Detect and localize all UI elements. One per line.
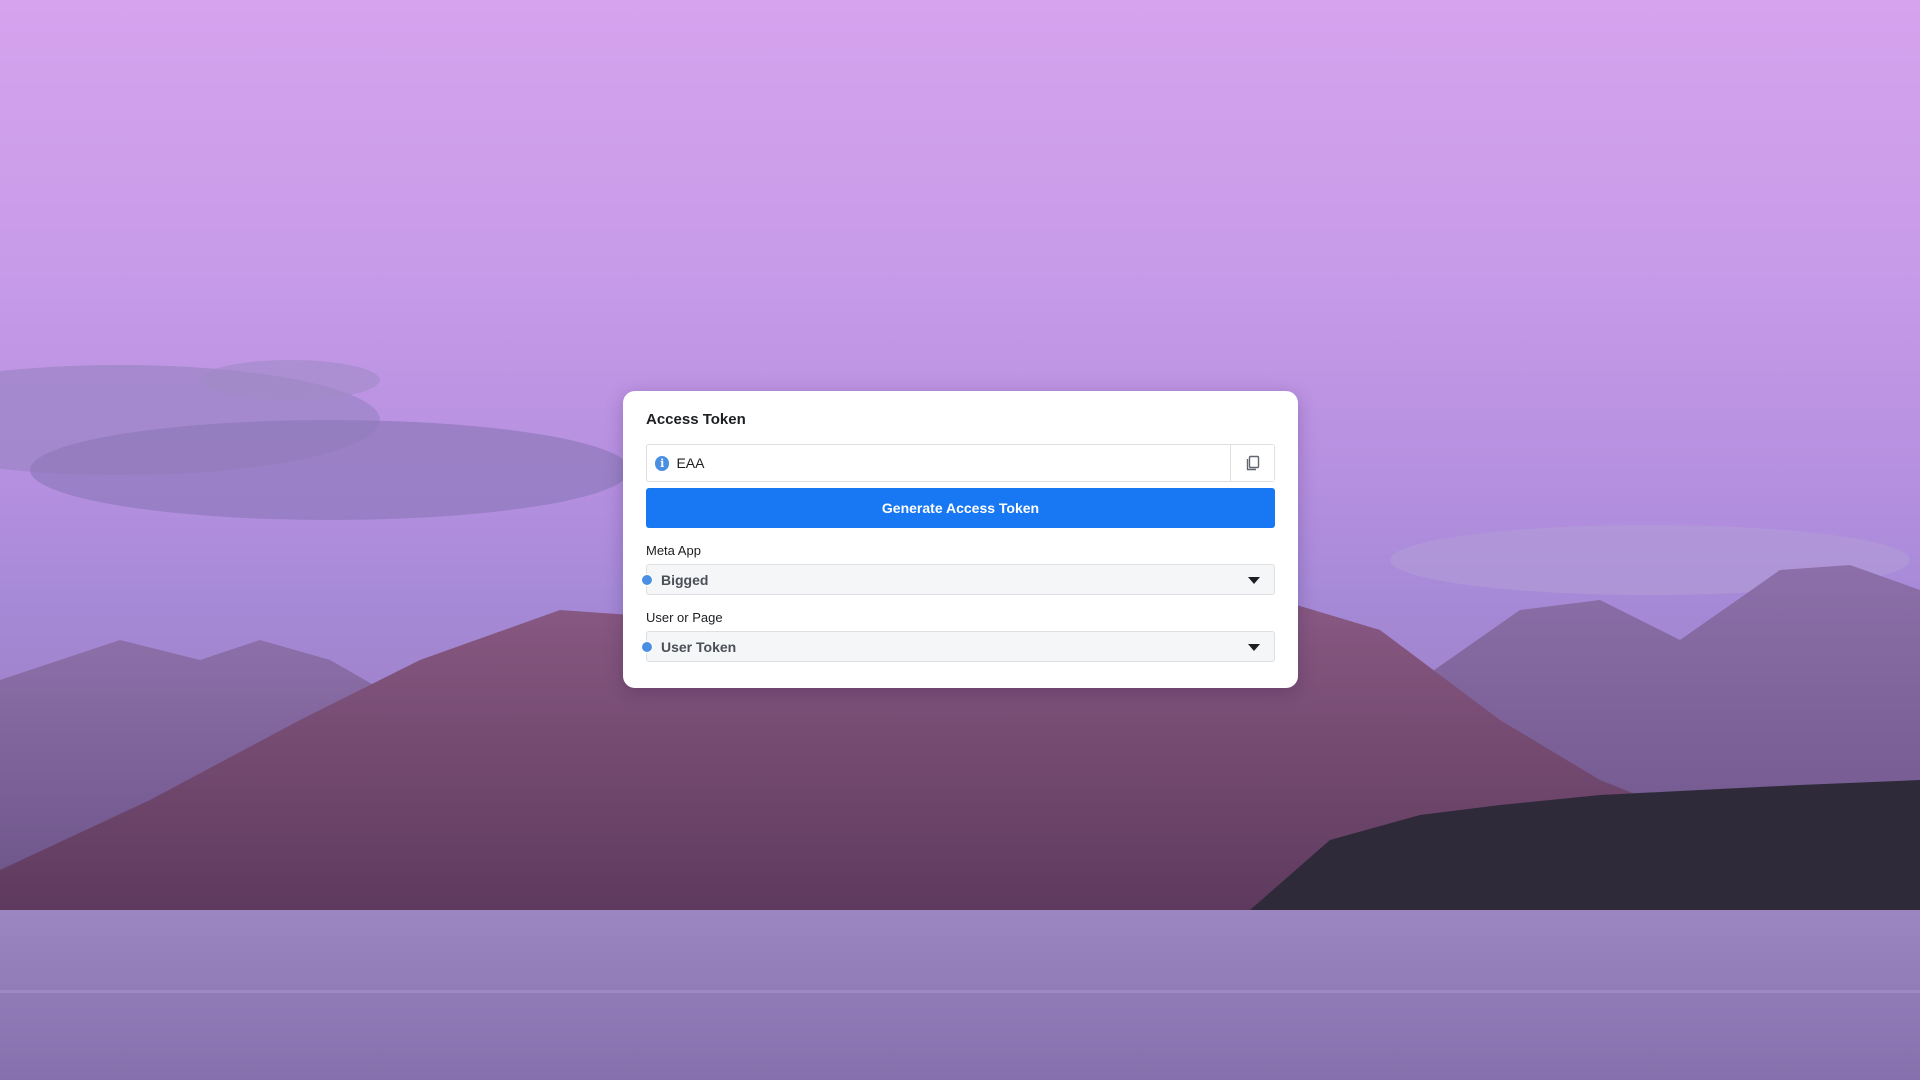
chevron-down-icon [1248, 643, 1260, 651]
copy-icon [1246, 455, 1259, 471]
panel-title: Access Token [646, 411, 746, 428]
user-or-page-label: User or Page [646, 610, 723, 625]
access-token-field[interactable]: i [647, 445, 1230, 481]
meta-app-select[interactable]: Bigged [641, 564, 1275, 595]
access-token-panel: Access Token i Generate Access Token Met… [623, 391, 1298, 688]
generate-access-token-button[interactable]: Generate Access Token [646, 488, 1275, 528]
status-dot-icon [641, 573, 653, 586]
user-or-page-selected-value: User Token [661, 638, 737, 655]
chevron-down-icon [1248, 576, 1260, 584]
access-token-field-group: i [646, 444, 1275, 482]
user-or-page-select[interactable]: User Token [641, 631, 1275, 662]
access-token-input[interactable] [676, 455, 1230, 471]
meta-app-selected-value: Bigged [661, 571, 709, 588]
info-icon[interactable]: i [655, 455, 670, 471]
meta-app-label: Meta App [646, 543, 701, 558]
status-dot-icon [641, 640, 653, 653]
copy-token-button[interactable] [1230, 445, 1274, 481]
